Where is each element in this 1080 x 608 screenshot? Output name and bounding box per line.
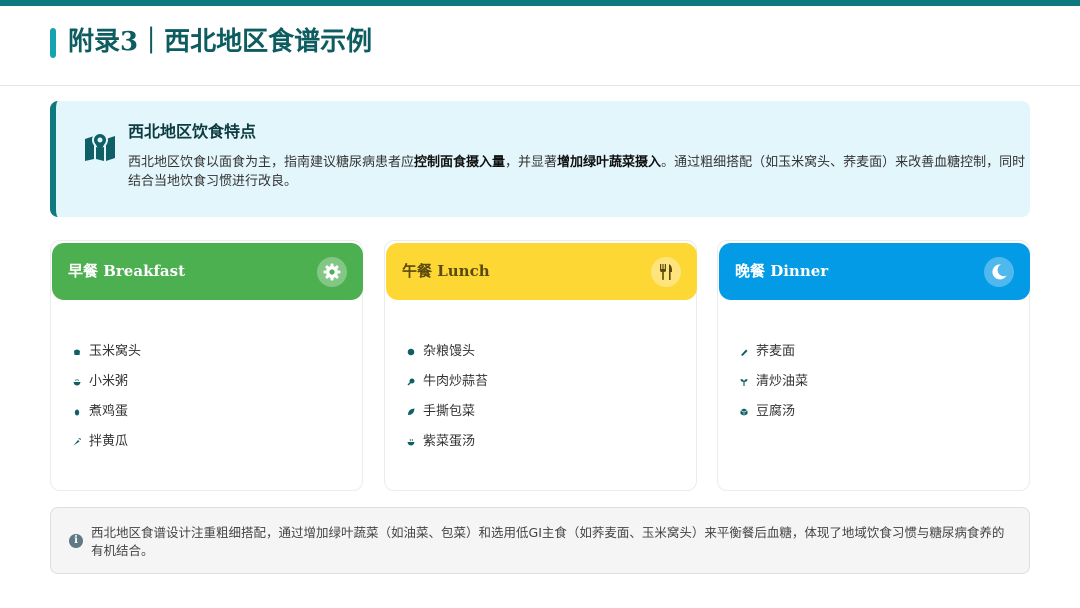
dinner-card-header: 晚餐 Dinner (719, 243, 1030, 300)
list-item: 清炒油菜 (740, 367, 808, 397)
egg-icon (74, 409, 80, 416)
cube-icon (740, 408, 748, 416)
breakfast-title: 早餐 Breakfast (68, 262, 186, 280)
map-icon (85, 132, 115, 161)
list-item: 牛肉炒蒜苔 (407, 367, 488, 397)
diet-features-text: 西北地区饮食以面食为主，指南建议糖尿病患者应控制面食摄入量，并显著增加绿叶蔬菜摄… (128, 155, 1026, 189)
bowl-icon (73, 379, 81, 386)
info-icon: i (69, 534, 83, 548)
breakfast-card: 早餐 Breakfast 玉米窝头 小米粥 煮鸡蛋 拌黄瓜 (50, 240, 363, 491)
list-item: 手撕包菜 (407, 397, 488, 427)
cookie-icon (407, 348, 415, 356)
utensils-icon (651, 257, 681, 287)
moon-icon (984, 257, 1014, 287)
list-item: 玉米窝头 (73, 337, 141, 367)
seedling-icon (740, 379, 748, 386)
list-item: 荞麦面 (740, 337, 808, 367)
list-item: 杂粮馒头 (407, 337, 488, 367)
breakfast-card-header: 早餐 Breakfast (52, 243, 363, 300)
list-item: 煮鸡蛋 (73, 397, 141, 427)
dinner-card: 晚餐 Dinner 荞麦面 清炒油菜 豆腐汤 (717, 240, 1030, 491)
dinner-title: 晚餐 Dinner (735, 262, 829, 280)
dinner-list: 荞麦面 清炒油菜 豆腐汤 (740, 337, 808, 427)
list-item: 小米粥 (73, 367, 141, 397)
breakfast-list: 玉米窝头 小米粥 煮鸡蛋 拌黄瓜 (73, 337, 141, 457)
summary-note: i 西北地区食谱设计注重粗细搭配，通过增加绿叶蔬菜（如油菜、包菜）和选用低GI主… (50, 507, 1030, 574)
lunch-card: 午餐 Lunch 杂粮馒头 牛肉炒蒜苔 手撕包菜 紫菜蛋汤 (384, 240, 697, 491)
list-item: 紫菜蛋汤 (407, 427, 488, 457)
lunch-title: 午餐 Lunch (402, 262, 490, 280)
page-header: 附录3｜西北地区食谱示例 (0, 6, 1080, 86)
list-item: 拌黄瓜 (73, 427, 141, 457)
highlight-increase-vegetables: 增加绿叶蔬菜摄入 (557, 155, 662, 170)
diet-features-title: 西北地区饮食特点 (128, 122, 257, 141)
diet-features-panel: 西北地区饮食特点 西北地区饮食以面食为主，指南建议糖尿病患者应控制面食摄入量，并… (50, 101, 1030, 217)
gear-icon (317, 257, 347, 287)
summary-note-text: 西北地区食谱设计注重粗细搭配，通过增加绿叶蔬菜（如油菜、包菜）和选用低GI主食（… (91, 525, 1005, 558)
highlight-control-noodle: 控制面食摄入量 (414, 155, 506, 170)
leaf-icon (408, 408, 415, 415)
list-item: 豆腐汤 (740, 397, 808, 427)
title-accent-bar (50, 28, 56, 58)
soup-bowl-icon (407, 438, 415, 446)
noodle-icon (741, 349, 748, 356)
drumstick-icon (407, 378, 415, 386)
lunch-card-header: 午餐 Lunch (386, 243, 697, 300)
page-title: 附录3｜西北地区食谱示例 (68, 27, 373, 57)
carrot-icon (73, 438, 81, 446)
bread-icon (74, 349, 80, 355)
lunch-list: 杂粮馒头 牛肉炒蒜苔 手撕包菜 紫菜蛋汤 (407, 337, 488, 457)
